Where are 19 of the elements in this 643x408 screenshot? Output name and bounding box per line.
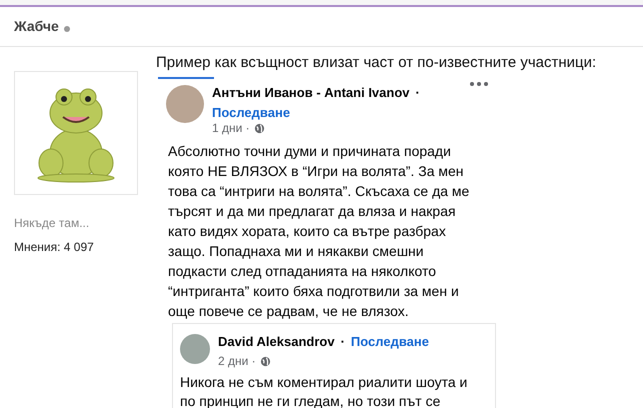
globe-icon	[260, 356, 271, 366]
author-name[interactable]: David Aleksandrov	[218, 334, 335, 348]
underline-mark	[158, 76, 214, 78]
follow-link[interactable]: Последване	[350, 334, 429, 348]
avatar-placeholder	[166, 84, 204, 122]
post-time: 1 дни ·	[212, 120, 250, 136]
dot-separator: ·	[416, 84, 420, 100]
author-name[interactable]: Жабче	[14, 16, 59, 37]
post-body: Абсолютно точни думи и причината поради която НЕ ВЛЯЗОХ в “Игри на волята”. За мен това са “интриги на волята”. Скъсаха се да ме търсят и да ми предлагат да вляза и накрая като видях хората, които са вътре разбрах защо. Попаднаха ми и някакви смешни подкасти след отпаданията на няколкото “интриганта” които бяха подготвили за мен и още повече се радвам, че не влязох.	[168, 142, 470, 320]
follow-link[interactable]: Последване	[212, 104, 426, 120]
avatar-placeholder	[180, 334, 210, 364]
post-time: 2 дни ·	[218, 354, 256, 368]
author-name[interactable]: Антъни Иванов - Antani Ivanov	[212, 84, 410, 100]
more-icon[interactable]	[469, 80, 489, 86]
post-count: Мнения: 4 097	[14, 239, 95, 256]
dot-separator: ·	[340, 334, 345, 348]
globe-icon	[254, 122, 265, 134]
user-location: Някъде там...	[14, 215, 90, 232]
post-text: Пример как всъщност влизат част от по-известните участници:	[156, 53, 596, 73]
